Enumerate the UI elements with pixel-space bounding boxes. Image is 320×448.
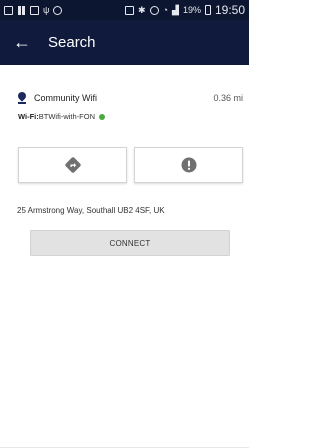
pause-icon [17,5,26,15]
alarm-icon [149,5,159,15]
battery-icon [204,5,211,15]
directions-button[interactable] [18,147,127,183]
ssid-label: Wi-Fi: [18,112,39,121]
location-pin-icon [18,92,26,104]
online-status-dot [99,113,106,120]
back-button[interactable]: ← [0,20,44,65]
report-button[interactable] [134,147,243,183]
hotspot-address: 25 Armstrong Way, Southall UB2 4SF, UK [17,206,165,215]
page-title: Search [48,34,96,51]
signal-icon: ▟ [172,4,179,15]
notification-icon [4,5,13,15]
image-icon [30,5,39,15]
status-time: 19:50 [214,3,245,17]
hotspot-distance: 0.36 mi [213,92,243,103]
back-arrow-icon: ← [13,32,31,52]
status-bar: ψ ✱ ◔ ▟ 19% 19:50 [0,0,249,20]
app-bar: ← Search [0,20,249,65]
action-buttons [18,147,243,183]
sim-icon [125,5,135,15]
hotspot-title: Community Wifi [18,92,98,104]
connect-button[interactable]: CONNECT [30,230,230,256]
bluetooth-icon: ✱ [138,4,146,15]
wifi-icon: ◔ [162,5,169,15]
signal-strength: 19% [182,5,201,15]
directions-icon [64,157,81,173]
usb-icon: ψ [43,5,50,15]
ssid-row: Wi-Fi: BTWifi-with-FON [18,112,106,121]
ssid-value: BTWifi-with-FON [38,112,96,121]
status-bar-left-icons: ψ [4,5,63,15]
chat-icon [53,5,63,15]
hotspot-name: Community Wifi [34,92,98,103]
status-bar-right-icons: ✱ ◔ ▟ 19% 19:50 [125,3,245,17]
hotspot-header: Community Wifi 0.36 mi [18,92,243,104]
report-icon [181,157,196,173]
